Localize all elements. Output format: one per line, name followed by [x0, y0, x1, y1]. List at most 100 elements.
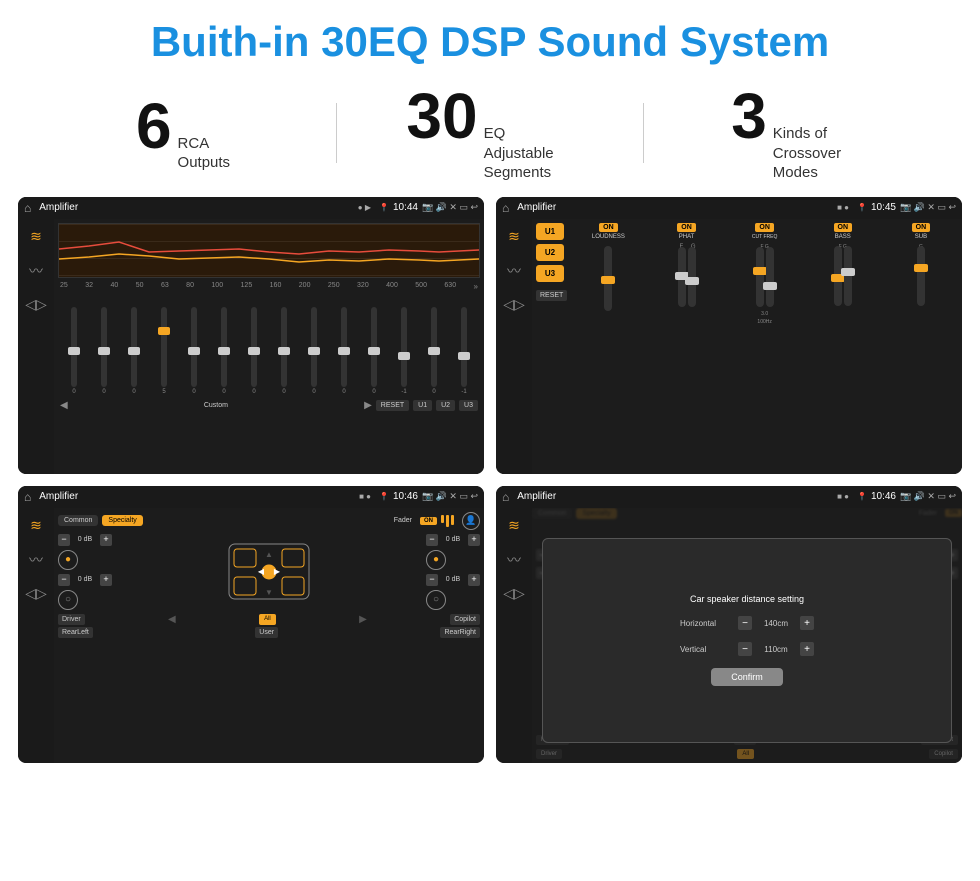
- cross-sidebar-speaker-icon[interactable]: ◁▷: [24, 582, 48, 606]
- cross-bottom-nav2: RearLeft User RearRight: [58, 627, 480, 638]
- cross-rearright-btn[interactable]: RearRight: [440, 627, 480, 638]
- cross-avatar-icon[interactable]: 👤: [462, 512, 480, 530]
- dist-confirm-button[interactable]: Confirm: [711, 668, 783, 686]
- eq-slider-6[interactable]: 0: [210, 307, 238, 395]
- cross-db2-minus[interactable]: −: [58, 574, 70, 586]
- eq-status-bar: ⌂ Amplifier ● ▶ 📍 10:44 📷 🔊 ✕ ▭ ↩: [18, 197, 484, 219]
- stat-divider-1: [336, 103, 337, 163]
- cross-status-bar: ⌂ Amplifier ■ ● 📍 10:46 📷 🔊 ✕ ▭ ↩: [18, 486, 484, 508]
- amp-time: 10:45: [871, 202, 896, 213]
- eq-slider-10[interactable]: 0: [330, 307, 358, 395]
- eq-prev-arrow[interactable]: ◀: [60, 400, 68, 411]
- amp-sidebar-eq-icon[interactable]: ≋: [502, 225, 526, 249]
- eq-slider-9[interactable]: 0: [300, 307, 328, 395]
- amp-phat-slider-f[interactable]: [688, 247, 696, 307]
- cross-common-tab[interactable]: Common: [58, 515, 98, 526]
- cross-car-svg: ◀ ▶ ▲ ▼: [224, 539, 314, 604]
- eq-sidebar-wave-icon[interactable]: 〰: [24, 259, 48, 283]
- amp-phat-on[interactable]: ON: [677, 223, 696, 232]
- cross-db3-minus[interactable]: −: [426, 534, 438, 546]
- cross-right-arrow-icon[interactable]: ▶: [359, 614, 367, 625]
- cross-all-btn[interactable]: All: [259, 614, 276, 625]
- eq-slider-11[interactable]: 0: [360, 307, 388, 395]
- cross-speaker-l2-icon: ○: [58, 590, 78, 610]
- cross-db4-plus[interactable]: +: [468, 574, 480, 586]
- cross-db2-plus[interactable]: +: [100, 574, 112, 586]
- dist-sidebar-speaker-icon[interactable]: ◁▷: [502, 582, 526, 606]
- eq-slider-1[interactable]: 0: [60, 307, 88, 395]
- cross-on-badge[interactable]: ON: [420, 517, 437, 525]
- dist-vertical-plus[interactable]: +: [800, 642, 814, 656]
- cross-sidebar-wave-icon[interactable]: 〰: [24, 548, 48, 572]
- eq-slider-5[interactable]: 0: [180, 307, 208, 395]
- dist-dialog: Car speaker distance setting Horizontal …: [542, 538, 952, 743]
- eq-u1-btn[interactable]: U1: [413, 400, 432, 411]
- dist-location-icon: 📍: [857, 492, 867, 501]
- amp-main-area: U1 U2 U3 RESET ON LOUDNESS: [532, 219, 962, 474]
- eq-slider-8[interactable]: 0: [270, 307, 298, 395]
- amp-cutfreq-slider-f[interactable]: [756, 247, 764, 307]
- amp-loudness-slider[interactable]: [604, 246, 612, 311]
- cross-left-arrow-icon[interactable]: ◀: [168, 614, 176, 625]
- dist-main-area: Common Specialty Fader ON − 0 dB +: [532, 508, 962, 763]
- dist-sidebar-wave-icon[interactable]: 〰: [502, 548, 526, 572]
- amp-cutfreq-on[interactable]: ON: [755, 223, 774, 232]
- dist-status-bar: ⌂ Amplifier ■ ● 📍 10:46 📷 🔊 ✕ ▭ ↩: [496, 486, 962, 508]
- cross-db1-minus[interactable]: −: [58, 534, 70, 546]
- cross-sidebar-eq-icon[interactable]: ≋: [24, 514, 48, 538]
- amp-bass-on[interactable]: ON: [834, 223, 853, 232]
- cross-db4-minus[interactable]: −: [426, 574, 438, 586]
- amp-cutfreq-slider-g[interactable]: [766, 247, 774, 307]
- amp-screen-title: Amplifier: [517, 202, 833, 213]
- eq-main-area: 2532405063 80100125160200 25032040050063…: [54, 219, 484, 474]
- dist-home-icon: ⌂: [502, 490, 509, 504]
- eq-reset-btn[interactable]: RESET: [376, 400, 409, 411]
- amp-sidebar-speaker-icon[interactable]: ◁▷: [502, 293, 526, 317]
- amp-phat-channel: ON PHAT G F: [649, 223, 723, 470]
- cross-db-2: − 0 dB +: [58, 574, 112, 586]
- cross-db3-plus[interactable]: +: [468, 534, 480, 546]
- amp-sub-on[interactable]: ON: [912, 223, 931, 232]
- eq-slider-14[interactable]: -1: [450, 307, 478, 395]
- eq-slider-3[interactable]: 0: [120, 307, 148, 395]
- cross-specialty-tab[interactable]: Specialty: [102, 515, 142, 526]
- amp-phat-slider-g[interactable]: [678, 247, 686, 307]
- amp-sidebar-wave-icon[interactable]: 〰: [502, 259, 526, 283]
- eq-u2-btn[interactable]: U2: [436, 400, 455, 411]
- eq-sidebar-eq-icon[interactable]: ≋: [24, 225, 48, 249]
- eq-sidebar-speaker-icon[interactable]: ◁▷: [24, 293, 48, 317]
- eq-u3-btn[interactable]: U3: [459, 400, 478, 411]
- amp-reset-btn[interactable]: RESET: [536, 290, 567, 301]
- amp-phat-label: PHAT: [679, 234, 695, 240]
- eq-slider-4[interactable]: 5: [150, 307, 178, 395]
- cross-user-btn[interactable]: User: [255, 627, 278, 638]
- amp-bass-slider-g[interactable]: [844, 246, 852, 306]
- eq-slider-7[interactable]: 0: [240, 307, 268, 395]
- eq-next-arrow[interactable]: ▶: [364, 400, 372, 411]
- amp-sub-slider[interactable]: [917, 246, 925, 306]
- cross-car-outline: ◀ ▶ ▲ ▼: [224, 539, 314, 604]
- amp-u1-btn[interactable]: U1: [536, 223, 564, 240]
- eq-time: 10:44: [393, 202, 418, 213]
- amp-u2-btn[interactable]: U2: [536, 244, 564, 261]
- eq-slider-12[interactable]: -1: [390, 307, 418, 395]
- eq-screen-title: Amplifier: [39, 202, 354, 213]
- cross-db1-plus[interactable]: +: [100, 534, 112, 546]
- dist-horizontal-plus[interactable]: +: [800, 616, 814, 630]
- dist-sidebar-eq-icon[interactable]: ≋: [502, 514, 526, 538]
- cross-screen-content: ≋ 〰 ◁▷ Common Specialty Fader ON 👤: [18, 508, 484, 763]
- eq-graph: [58, 223, 480, 278]
- amp-bass-slider-f[interactable]: [834, 246, 842, 306]
- amp-loudness-on[interactable]: ON: [599, 223, 618, 232]
- stats-row: 6 RCAOutputs 30 EQ AdjustableSegments 3 …: [0, 76, 980, 197]
- cross-db-1: − 0 dB +: [58, 534, 112, 546]
- cross-copilot-btn[interactable]: Copilot: [450, 614, 480, 625]
- dist-horizontal-minus[interactable]: −: [738, 616, 752, 630]
- cross-driver-btn[interactable]: Driver: [58, 614, 85, 625]
- amp-u3-btn[interactable]: U3: [536, 265, 564, 282]
- cross-rearleft-btn[interactable]: RearLeft: [58, 627, 93, 638]
- eq-slider-2[interactable]: 0: [90, 307, 118, 395]
- eq-custom-label: Custom: [72, 402, 360, 409]
- dist-vertical-minus[interactable]: −: [738, 642, 752, 656]
- eq-slider-13[interactable]: 0: [420, 307, 448, 395]
